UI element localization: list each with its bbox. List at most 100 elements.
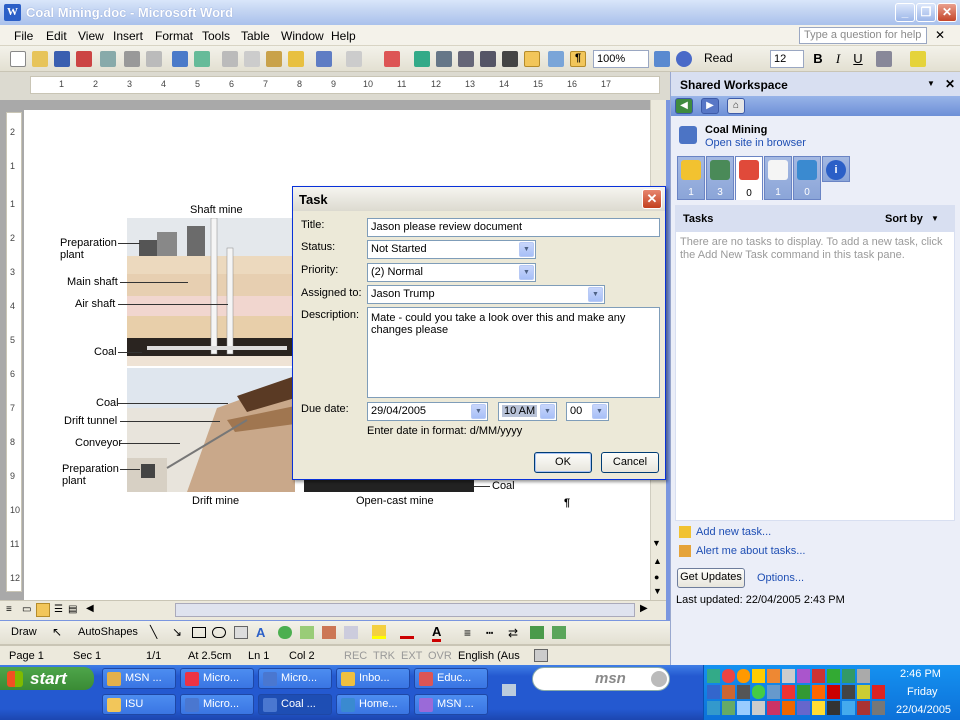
chevron-down-icon[interactable]: ▼	[519, 242, 534, 257]
tables-borders-icon[interactable]	[436, 51, 452, 67]
email-icon[interactable]	[100, 51, 116, 67]
dialog-close-button[interactable]: ✕	[642, 189, 662, 209]
taskbar-inbox[interactable]: Inbo...	[336, 668, 410, 689]
taskbar-micro-2[interactable]: Micro...	[258, 668, 332, 689]
ink-comment-icon[interactable]	[344, 626, 358, 639]
close-button[interactable]: ✕	[937, 3, 957, 22]
tray-icon[interactable]	[707, 685, 720, 699]
underline-icon[interactable]: U	[850, 51, 866, 67]
taskbar-home[interactable]: Home...	[336, 694, 410, 715]
start-button[interactable]: start	[0, 667, 94, 690]
tray-icon[interactable]	[857, 669, 870, 683]
oval-icon[interactable]	[212, 627, 226, 638]
document-map-icon[interactable]	[548, 51, 564, 67]
horizontal-scroll-thumb[interactable]	[175, 603, 635, 617]
tray-icon[interactable]	[827, 685, 840, 699]
add-new-task-link[interactable]: Add new task...	[696, 526, 771, 538]
line-icon[interactable]: ╲	[150, 625, 157, 639]
tray-icon[interactable]	[797, 685, 810, 699]
tray-icon[interactable]	[737, 701, 750, 715]
ok-button[interactable]: OK	[534, 452, 592, 473]
permission-icon[interactable]	[76, 51, 92, 67]
taskbar-coal-mining[interactable]: Coal ...	[258, 694, 332, 715]
taskbar-micro-3[interactable]: Micro...	[180, 694, 254, 715]
forward-icon[interactable]: ▶	[701, 98, 719, 114]
reading-view-icon[interactable]: ▤	[68, 604, 77, 615]
clipart-icon[interactable]	[300, 626, 314, 639]
minimize-button[interactable]: _	[895, 3, 915, 22]
italic-icon[interactable]: I	[830, 51, 846, 67]
help-search-input[interactable]: Type a question for help	[799, 27, 927, 44]
textbox-icon[interactable]	[234, 626, 248, 639]
tray-icon[interactable]	[752, 685, 765, 699]
print-view-icon[interactable]	[36, 603, 50, 617]
copy-icon[interactable]	[244, 51, 260, 67]
open-icon[interactable]	[32, 51, 48, 67]
chevron-down-icon[interactable]: ▼	[592, 404, 607, 419]
chevron-down-icon[interactable]: ▼	[588, 287, 603, 302]
line-style-icon[interactable]: ≡	[464, 626, 471, 640]
calendar-dropdown-icon[interactable]: ▼	[471, 404, 486, 419]
insert-excel-icon[interactable]	[480, 51, 496, 67]
zoom-select[interactable]: 100%	[593, 50, 649, 68]
print-icon[interactable]	[124, 51, 140, 67]
fill-color-icon[interactable]	[372, 625, 386, 639]
status-select[interactable]: Not Started ▼	[367, 240, 536, 259]
sort-by-button[interactable]: Sort by	[885, 213, 923, 225]
tab-document-info[interactable]: i	[822, 156, 850, 182]
status-ovr[interactable]: OVR	[428, 650, 452, 662]
tray-icon[interactable]	[842, 685, 855, 699]
wordart-icon[interactable]: A	[256, 625, 265, 640]
show-hide-icon[interactable]: ¶	[570, 51, 586, 67]
tray-icon[interactable]	[872, 685, 885, 699]
tray-icon[interactable]	[782, 669, 795, 683]
select-objects-icon[interactable]: ↖	[52, 625, 62, 639]
prev-page-icon[interactable]: ▲	[653, 556, 662, 566]
save-icon[interactable]	[54, 51, 70, 67]
drawing-icon[interactable]	[524, 51, 540, 67]
print-preview-icon[interactable]	[146, 51, 162, 67]
redo-icon[interactable]	[346, 51, 362, 67]
font-size-select[interactable]: 12	[770, 50, 804, 68]
menu-window[interactable]: Window	[281, 29, 324, 43]
cut-icon[interactable]	[222, 51, 238, 67]
align-left-icon[interactable]	[876, 51, 892, 67]
tray-icon[interactable]	[812, 669, 825, 683]
dash-style-icon[interactable]: ┅	[486, 626, 493, 640]
tray-icon[interactable]	[767, 685, 780, 699]
arrow-icon[interactable]: ↘	[172, 625, 182, 639]
tray-icon[interactable]	[707, 669, 720, 683]
tray-icon[interactable]	[722, 685, 735, 699]
priority-select[interactable]: (2) Normal ▼	[367, 263, 536, 282]
clock-time[interactable]: 2:46 PM	[900, 668, 941, 680]
due-date-input[interactable]: 29/04/2005 ▼	[367, 402, 488, 421]
tray-icon[interactable]	[872, 701, 885, 715]
select-browse-icon[interactable]: ●	[654, 572, 659, 582]
show-desktop-icon[interactable]	[502, 684, 516, 696]
help-icon[interactable]	[676, 51, 692, 67]
columns-icon[interactable]	[502, 51, 518, 67]
taskbar-educ[interactable]: Educ...	[414, 668, 488, 689]
taskbar-micro-1[interactable]: Micro...	[180, 668, 254, 689]
insert-table-icon[interactable]	[458, 51, 474, 67]
web-view-icon[interactable]: ▭	[22, 604, 31, 615]
tab-tasks[interactable]: 0	[735, 156, 763, 200]
back-icon[interactable]: ◀	[675, 98, 693, 114]
status-ext[interactable]: EXT	[401, 650, 422, 662]
highlight-icon[interactable]	[910, 51, 926, 67]
sharing-icon[interactable]	[654, 51, 670, 67]
tray-icon[interactable]	[767, 701, 780, 715]
spelling-status-icon[interactable]	[534, 649, 548, 662]
assigned-select[interactable]: Jason Trump ▼	[367, 285, 605, 304]
tab-members[interactable]: 3	[706, 156, 734, 200]
horizontal-scrollbar[interactable]: ≡ ▭ ☰ ▤ ◀ ▶	[0, 600, 666, 620]
chevron-down-icon[interactable]: ▼	[540, 404, 555, 419]
tab-status[interactable]: 1	[677, 156, 705, 200]
msn-go-icon[interactable]	[651, 671, 667, 687]
title-input[interactable]: Jason please review document	[367, 218, 660, 237]
rectangle-icon[interactable]	[192, 627, 206, 638]
restore-button[interactable]: ❐	[916, 3, 936, 22]
tray-icon[interactable]	[842, 701, 855, 715]
horizontal-ruler[interactable]: 1 2 3 4 5 6 7 8 9 10 11 12 13 14 15 16 1…	[30, 76, 660, 94]
menu-format[interactable]: Format	[155, 29, 193, 43]
